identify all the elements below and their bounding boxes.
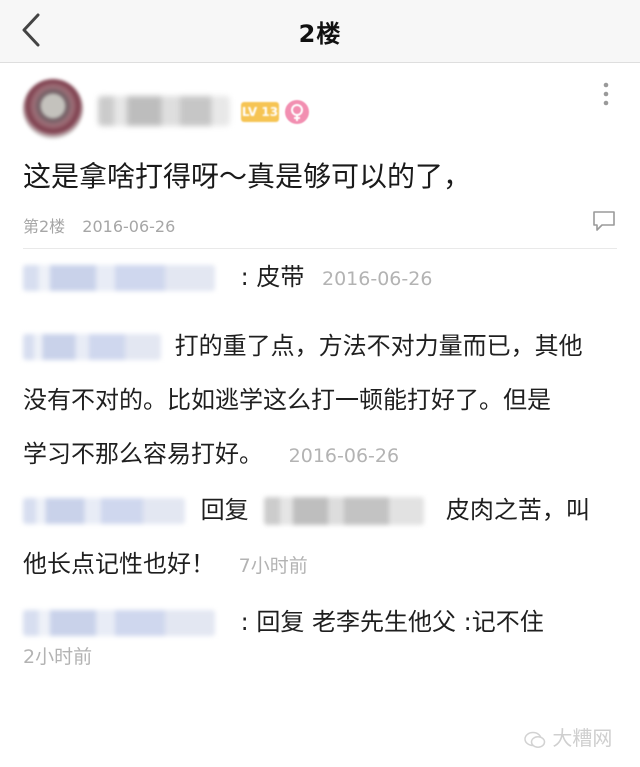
reply-button[interactable]: [592, 210, 616, 232]
reply-username-blurred[interactable]: [23, 334, 161, 360]
reply-text-line1: 打的重了点，方法不对力量而已，其他: [174, 332, 583, 360]
page-title: 2楼: [298, 20, 342, 48]
reply-item[interactable]: : 回复 老李先生他父 :记不住 2小时前: [23, 595, 617, 669]
reply-text-line3: 学习不那么容易打好。: [23, 440, 263, 468]
nav-header: 2楼: [0, 0, 640, 63]
reply-item[interactable]: 回复 皮肉之苦，叫 他长点记性也好！ 7小时前: [23, 483, 617, 593]
reply-text-line1: 皮肉之苦，叫: [445, 496, 590, 524]
female-icon: [285, 100, 309, 124]
level-badge: LV 13: [241, 102, 279, 122]
reply-prefix: 回复: [200, 496, 249, 524]
comment-icon: [593, 211, 615, 231]
avatar[interactable]: [23, 79, 83, 139]
reply-item[interactable]: 打的重了点，方法不对力量而已，其他 没有不对的。比如逃学这么打一顿能打好了。但是…: [23, 319, 617, 483]
reply-time: 2016-06-26: [288, 445, 400, 467]
reply-text: : 回复 老李先生他父 :记不住: [240, 608, 544, 636]
wechat-icon: [524, 731, 546, 748]
floor-label: 第2楼: [23, 217, 66, 236]
post-content: 这是拿啥打得呀～真是够可以的了，: [23, 160, 472, 193]
reply-username-blurred[interactable]: [23, 265, 215, 291]
reply-text-line2: 他长点记性也好！: [23, 550, 215, 578]
reply-username-blurred[interactable]: [23, 498, 185, 524]
replied-username-blurred[interactable]: [264, 497, 425, 525]
username-blurred[interactable]: [98, 96, 230, 126]
post-date: 2016-06-26: [82, 217, 176, 236]
reply-username-blurred[interactable]: [23, 610, 215, 636]
divider: [23, 248, 617, 249]
post-meta: 第2楼 2016-06-26: [23, 213, 175, 237]
reply-time: 7小时前: [238, 555, 308, 577]
reply-text-line2: 没有不对的。比如逃学这么打一顿能打好了。但是: [23, 386, 551, 414]
watermark: 大糟网: [524, 722, 612, 751]
more-vertical-icon: [603, 82, 609, 106]
more-options-button[interactable]: [597, 80, 615, 110]
watermark-text: 大糟网: [552, 726, 613, 750]
reply-item[interactable]: : 皮带 2016-06-26: [23, 250, 617, 306]
reply-time: 2016-06-26: [322, 268, 433, 290]
reply-text: : 皮带: [240, 263, 305, 291]
